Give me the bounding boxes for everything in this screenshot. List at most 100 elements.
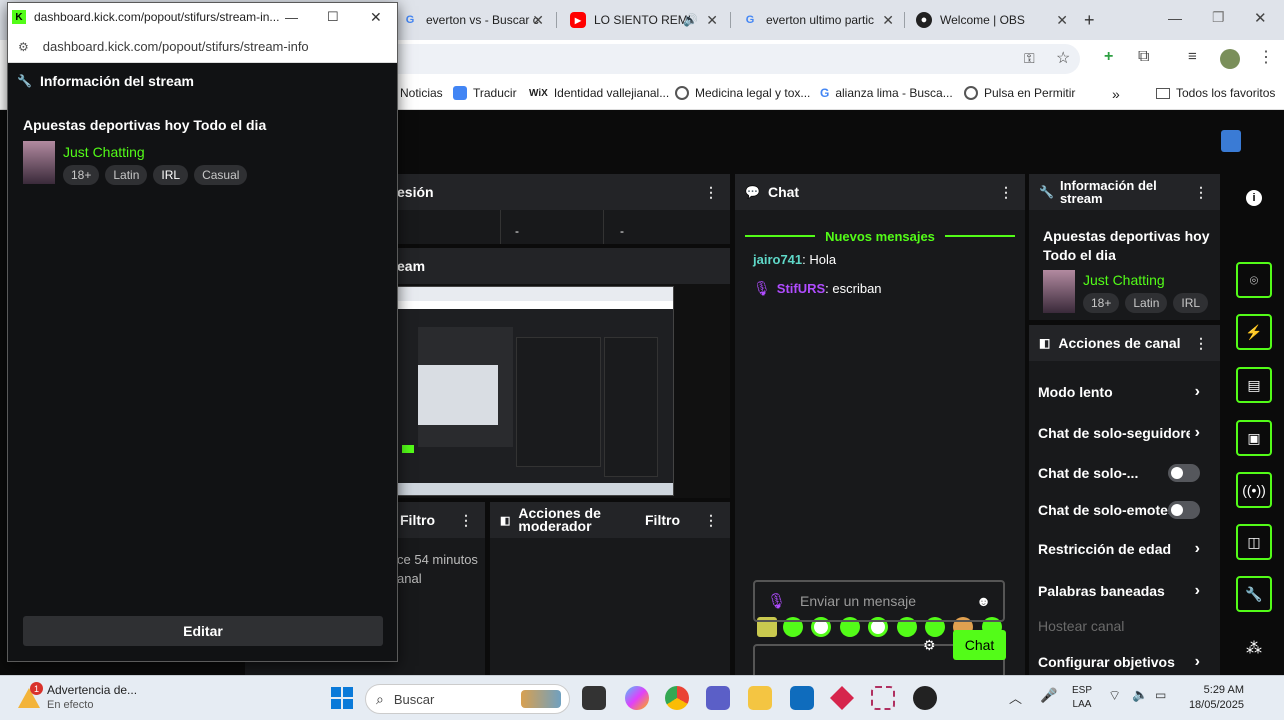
kebab-icon[interactable]: ⋮ xyxy=(459,512,473,529)
user-avatar[interactable] xyxy=(1221,130,1241,152)
bookmark-noticias[interactable]: Noticias xyxy=(400,86,443,100)
bookmark-medicina[interactable]: Medicina legal y tox... xyxy=(675,86,810,100)
bookmark-pulsa[interactable]: Pulsa en Permitir xyxy=(964,86,1075,100)
speaker-icon[interactable]: 🔊 xyxy=(683,13,698,27)
chevron-up-icon[interactable]: ︿ xyxy=(1009,688,1022,707)
more-bookmarks-chevron-icon[interactable]: » xyxy=(1112,86,1120,102)
tag[interactable]: Latin xyxy=(105,165,148,185)
app-icon[interactable] xyxy=(830,686,854,710)
sidebar-quick-actions-button[interactable]: ⚡ xyxy=(1236,314,1272,350)
language-indicator[interactable]: ESP LAA xyxy=(1072,684,1092,712)
close-icon[interactable]: ✕ xyxy=(532,12,544,29)
minimize-button[interactable]: — xyxy=(285,10,298,25)
close-icon[interactable]: ✕ xyxy=(882,12,894,29)
speaker-icon[interactable]: 🔈 xyxy=(1132,687,1148,703)
filter-button[interactable]: Filtro xyxy=(400,512,435,528)
clock[interactable]: 5:29 AM 18/05/2025 xyxy=(1186,683,1244,713)
tag[interactable]: IRL xyxy=(1173,293,1209,313)
bookmark-identidad[interactable]: WiX Identidad vallejianal... xyxy=(529,86,669,100)
snipping-tool-icon[interactable] xyxy=(871,686,895,710)
tag[interactable]: Latin xyxy=(1125,293,1168,313)
minimize-button[interactable]: — xyxy=(1168,10,1182,26)
sidebar-stream-info-button[interactable]: 🔧 xyxy=(1236,576,1272,612)
sidebar-screenshot-button[interactable]: ⌾ xyxy=(1236,262,1272,298)
wifi-icon[interactable]: ⌔ xyxy=(1108,687,1121,705)
tab-everton-last-match[interactable]: G everton ultimo partic ✕ xyxy=(732,6,902,34)
category-link[interactable]: Just Chatting xyxy=(1083,272,1165,288)
kebab-icon[interactable]: ⋮ xyxy=(1194,184,1208,201)
sidebar-notes-button[interactable]: ▤ xyxy=(1236,367,1272,403)
chat-settings-gear-icon[interactable]: ⚙ xyxy=(923,637,936,654)
info-icon[interactable]: i xyxy=(1246,190,1262,206)
teams-icon[interactable] xyxy=(706,686,730,710)
star-icon[interactable]: ☆ xyxy=(1056,48,1070,68)
battery-icon[interactable]: ▭ xyxy=(1155,688,1166,702)
subs-only-toggle[interactable] xyxy=(1168,464,1200,482)
extension-plus-icon[interactable]: + xyxy=(1104,48,1113,66)
bookmark-alianza[interactable]: Galianza lima - Busca... xyxy=(820,86,953,100)
media-control-icon[interactable]: ≡ xyxy=(1188,48,1197,65)
notification-title[interactable]: Advertencia de... xyxy=(47,683,137,697)
category-thumbnail[interactable] xyxy=(23,141,55,184)
close-window-button[interactable]: ✕ xyxy=(370,9,382,26)
sidebar-moderation-button[interactable]: ◫ xyxy=(1236,524,1272,560)
site-settings-icon[interactable]: ⚙ xyxy=(18,40,29,54)
chat-send-button[interactable]: Chat xyxy=(953,630,1006,660)
tag[interactable]: 18+ xyxy=(63,165,100,185)
filter-button[interactable]: Filtro xyxy=(645,512,680,528)
profile-avatar[interactable] xyxy=(1220,49,1240,69)
tag[interactable]: 18+ xyxy=(1083,293,1120,313)
action-configure-goals[interactable]: Configurar objetivos › xyxy=(1038,647,1210,677)
emoji-picker-icon[interactable]: ☻ xyxy=(976,593,991,609)
bookmark-traducir[interactable]: Traducir xyxy=(453,86,517,100)
microphone-icon[interactable]: 🎤 xyxy=(1040,687,1057,704)
action-age-restriction[interactable]: Restricción de edad › xyxy=(1038,534,1210,564)
menu-icon[interactable]: ⋮ xyxy=(1258,47,1274,67)
task-view-icon[interactable] xyxy=(582,686,606,710)
more-widgets-icon[interactable]: ⁂ xyxy=(1246,638,1262,658)
new-tab-button[interactable]: + xyxy=(1084,10,1095,31)
popup-url[interactable]: dashboard.kick.com/popout/stifurs/stream… xyxy=(43,39,309,54)
bookmark-all-favorites[interactable]: Todos los favoritos xyxy=(1156,86,1275,100)
kebab-icon[interactable]: ⋮ xyxy=(1194,335,1208,352)
url-field[interactable] xyxy=(380,44,1080,74)
taskbar-search[interactable]: ⌕ Buscar xyxy=(365,684,570,714)
close-icon[interactable]: ✕ xyxy=(1056,12,1068,29)
tab-everton-search[interactable]: G everton vs - Buscar c ✕ xyxy=(392,6,552,34)
outlook-icon[interactable] xyxy=(790,686,814,710)
sidebar-chat-button[interactable]: ▣ xyxy=(1236,420,1272,456)
emotes-only-toggle[interactable] xyxy=(1168,501,1200,519)
extensions-icon[interactable]: ⧉ xyxy=(1138,48,1149,66)
file-explorer-icon[interactable] xyxy=(748,686,772,710)
maximize-button[interactable]: ☐ xyxy=(327,9,339,25)
kebab-icon[interactable]: ⋮ xyxy=(999,184,1013,201)
close-window-button[interactable]: ✕ xyxy=(1254,9,1267,27)
category-link[interactable]: Just Chatting xyxy=(63,144,145,160)
tag[interactable]: IRL xyxy=(153,165,189,185)
new-messages-divider: Nuevos mensajes xyxy=(745,229,1015,244)
edit-button[interactable]: Editar xyxy=(23,616,383,646)
chrome-icon[interactable] xyxy=(665,686,689,710)
action-banned-words[interactable]: Palabras baneadas › xyxy=(1038,576,1210,606)
restore-button[interactable]: ❐ xyxy=(1212,9,1225,26)
category-thumbnail[interactable] xyxy=(1043,270,1075,313)
copilot-icon[interactable] xyxy=(625,686,649,710)
kebab-icon[interactable]: ⋮ xyxy=(704,512,718,529)
key-icon[interactable]: ⚿ xyxy=(1024,50,1035,67)
tab-youtube[interactable]: ▶ LO SIENTO REMI 🔊 ✕ xyxy=(560,6,726,34)
kebab-icon[interactable]: ⋮ xyxy=(704,184,718,201)
action-subs-only[interactable]: Chat de solo-... xyxy=(1038,458,1210,488)
tag[interactable]: Casual xyxy=(194,165,248,185)
chat-input[interactable]: 🎙 Enviar un mensaje ☻ xyxy=(753,580,1005,622)
action-followers-only[interactable]: Chat de solo-seguidores › xyxy=(1038,418,1210,448)
chat-username[interactable]: StifURS xyxy=(777,281,825,296)
stream-video-preview[interactable] xyxy=(397,286,674,496)
obs-icon[interactable] xyxy=(913,686,937,710)
chat-username[interactable]: jairo741 xyxy=(753,252,802,267)
sidebar-broadcast-button[interactable]: ((•)) xyxy=(1236,472,1272,508)
action-emotes-only[interactable]: Chat de solo-emotes xyxy=(1038,495,1210,525)
tab-obs[interactable]: ● Welcome | OBS ✕ xyxy=(906,6,1076,34)
windows-start-icon[interactable] xyxy=(331,687,353,709)
close-icon[interactable]: ✕ xyxy=(706,12,718,29)
action-slow-mode[interactable]: Modo lento › xyxy=(1038,377,1210,407)
